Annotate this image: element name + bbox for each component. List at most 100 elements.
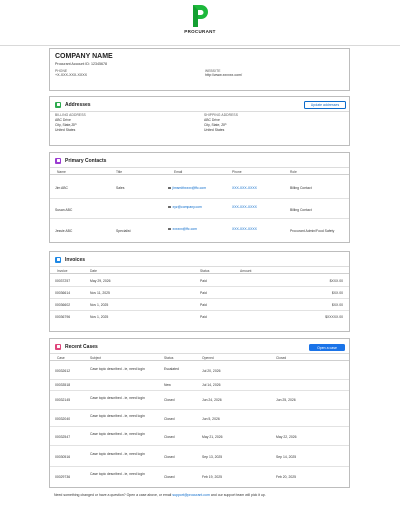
contact-name: Jessie ABC [55,229,73,233]
footer-text-after: and our support team will pick it up. [209,493,266,497]
invoices-card: Invoices Invoice Date Status Amount 0003… [49,251,350,332]
case-opened: Jul 14, 2026 [202,383,221,387]
case-row[interactable]: 00030516 Case topic described - ie, need… [50,446,349,467]
case-subject: Case topic described - ie, need login [90,396,145,400]
col-name: Name [57,169,66,174]
invoice-date: Nov 11, 2025 [90,290,110,295]
col-closed: Closed [276,355,287,360]
case-number: 00032040 [55,417,71,421]
col-phone: Phone [232,169,242,174]
case-row[interactable]: 00029736 Case topic described - ie, need… [50,467,349,487]
invoice-amount: $XXX.00 [329,278,343,283]
header-divider [0,45,400,46]
email-icon [168,187,171,190]
col-invoice: Invoice [57,268,68,273]
email-icon [168,228,171,231]
case-subject: Case topic described - ie, need login [90,414,145,418]
invoice-amount: $XX.00 [331,302,343,307]
shipping-label: SHIPPING ADDRESS [204,113,239,117]
case-subject: Case topic described - ie, need login [90,452,145,456]
update-addresses-button[interactable]: Update addresses [304,101,346,109]
email-icon [168,206,171,209]
cases-header: Recent Cases [55,343,98,350]
invoice-date: Nov 1, 2025 [90,314,109,319]
cases-table-header: Case Subject Status Opened Closed [50,354,349,361]
case-status: Escalated [164,367,179,371]
case-opened: Jul 20, 2026 [202,369,221,373]
invoice-status: Paid [200,314,207,319]
invoice-date: May 29, 2026 [90,278,111,283]
case-number: 00030516 [55,455,71,459]
contact-row: Jim ABC Sales jimsmithxxxx@ffc.com XXX-X… [50,176,349,199]
invoice-id: 00036602 [55,302,71,307]
case-row[interactable]: 00032145 Case topic described - ie, need… [50,391,349,410]
case-opened: Jun 24, 2026 [202,398,222,402]
invoices-header: Invoices [55,256,85,263]
case-number: 00032547 [55,435,71,439]
case-row[interactable]: 00033518 New Jul 14, 2026 [50,380,349,391]
case-opened: Jun 5, 2026 [202,417,220,421]
brand-logo: PROCURANT [0,4,400,34]
invoices-title: Invoices [65,256,86,263]
footer-note: Need something changed or have a questio… [54,493,266,497]
case-number: 00029736 [55,475,71,479]
case-status: New [164,383,171,387]
contacts-table-header: Name Title Email Phone Role [50,168,349,175]
contact-phone[interactable]: XXX-XXX-XXXX [232,227,257,231]
open-case-button[interactable]: Open a case [309,344,345,351]
contact-row: Jessie ABC Specialist xxxxxx@ffc.com XXX… [50,219,349,242]
contact-role: Billing Contact [290,186,312,190]
case-closed: May 22, 2026 [276,435,297,439]
contact-name: Susan ABC [55,208,73,212]
phone-value: +X-XXX-XXX-XXXX [55,73,88,77]
case-status: Closed [164,435,175,439]
invoice-row[interactable]: 00037257 May 29, 2026 Paid $XXX.00 [50,275,349,287]
invoice-id: 00036614 [55,290,71,295]
col-role: Role [290,169,297,174]
col-title: Title [116,169,123,174]
col-status: Status [200,268,210,273]
invoice-row[interactable]: 00036796 Nov 1, 2025 Paid $XXXXX.00 [50,311,349,323]
addresses-divider [50,111,349,112]
contact-phone[interactable]: XXX-XXX-XXXX [232,205,257,209]
contact-email[interactable]: xxxxxx@ffc.com [168,227,197,231]
addresses-icon [55,101,61,108]
contact-title: Sales [116,186,125,190]
case-row[interactable]: 00032040 Case topic described - ie, need… [50,410,349,427]
col-opened: Opened [202,355,214,360]
invoice-amount: $XX.00 [331,290,343,295]
invoice-row[interactable]: 00036614 Nov 11, 2025 Paid $XX.00 [50,287,349,299]
company-card: COMPANY NAME Procurant Account ID: 12345… [49,48,350,91]
case-closed: Jun 25, 2026 [276,398,296,402]
invoice-status: Paid [200,290,207,295]
addresses-title: Addresses [65,101,91,108]
case-opened: May 21, 2026 [202,435,223,439]
invoices-icon [55,256,61,263]
case-status: Closed [164,417,175,421]
case-status: Closed [164,475,175,479]
contacts-icon [55,157,61,164]
contact-email[interactable]: xyz@company.com [168,205,202,209]
invoice-date: Nov 1, 2025 [90,302,109,307]
case-row[interactable]: 00032612 Case topic described - ie, need… [50,362,349,380]
case-subject: Case topic described - ie, need login [90,432,145,436]
case-row[interactable]: 00032547 Case topic described - ie, need… [50,427,349,446]
contact-role: Billing Contact [290,208,312,212]
cases-title: Recent Cases [65,343,98,350]
invoice-row[interactable]: 00036602 Nov 1, 2025 Paid $XX.00 [50,299,349,311]
contact-title: Specialist [116,229,131,233]
contact-phone[interactable]: XXX-XXX-XXXX [232,186,257,190]
invoice-id: 00036796 [55,314,71,319]
contact-email[interactable]: jimsmithxxxx@ffc.com [168,186,206,190]
case-status: Closed [164,398,175,402]
company-name: COMPANY NAME [55,53,113,60]
case-opened: Sep 13, 2025 [202,455,223,459]
footer-text-before: Need something changed or have a questio… [54,493,173,497]
col-date: Date [90,268,97,273]
cases-card: Recent Cases Open a case Case Subject St… [49,338,350,488]
invoice-status: Paid [200,302,207,307]
invoices-table-header: Invoice Date Status Amount [50,267,349,274]
contacts-card: Primary Contacts Name Title Email Phone … [49,152,350,243]
support-email-link[interactable]: support@procurant.com [172,493,210,497]
billing-line3: United States [55,128,76,133]
